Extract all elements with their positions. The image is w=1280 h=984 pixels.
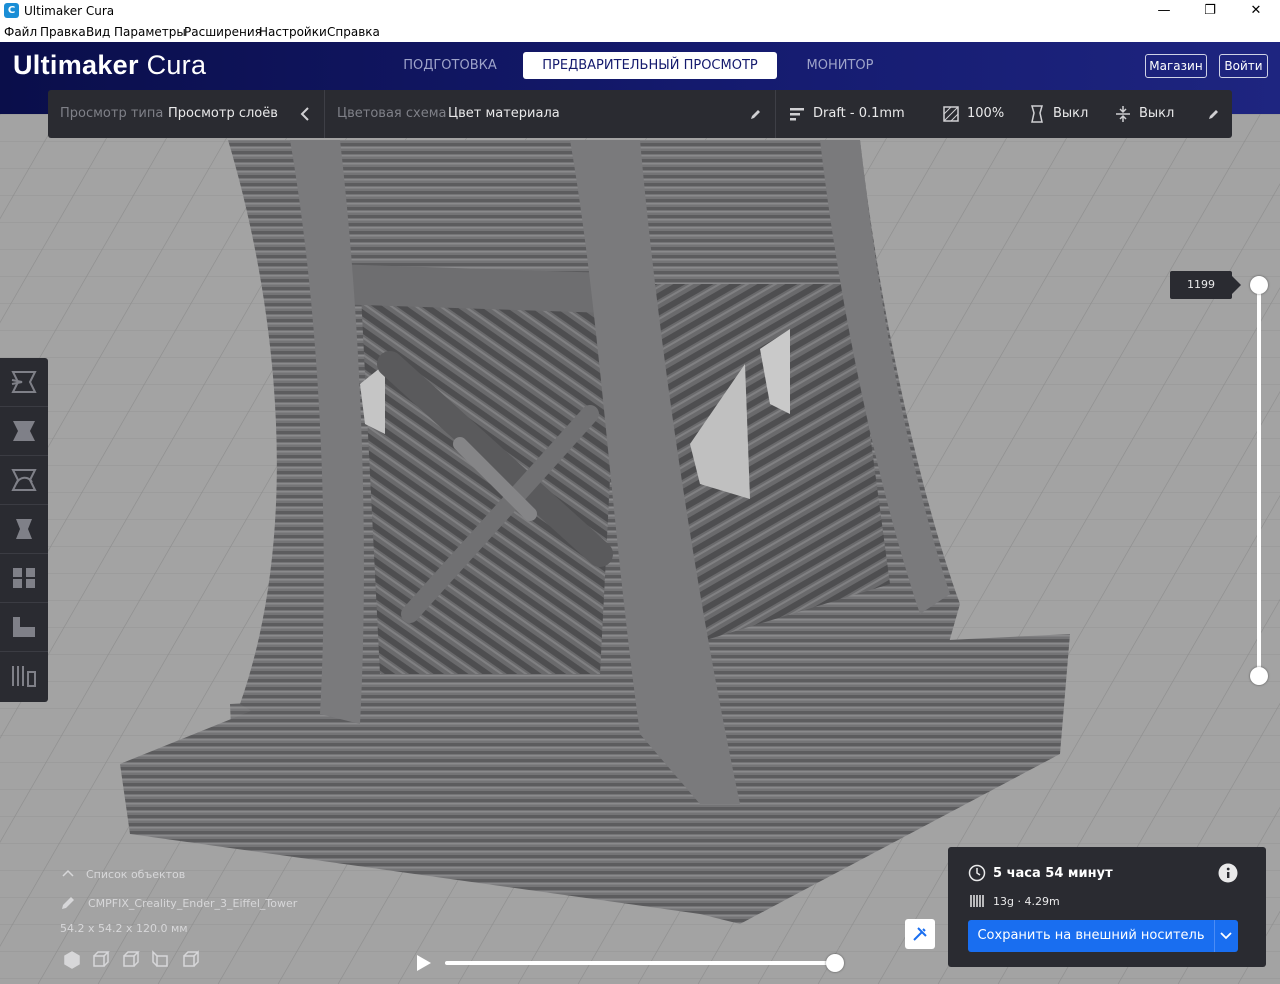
tab-prepare[interactable]: ПОДГОТОВКА: [394, 52, 506, 79]
play-icon[interactable]: [414, 952, 434, 974]
menu-file[interactable]: Файл: [4, 25, 37, 39]
mirror-icon: [16, 519, 32, 539]
material-usage: 13g · 4.29m: [993, 895, 1060, 908]
print-time: 5 часа 54 минут: [993, 866, 1113, 881]
scale-tool[interactable]: [0, 407, 48, 455]
left-tool-panel: [0, 358, 48, 702]
menu-view[interactable]: Вид: [86, 25, 110, 39]
layers-icon: [12, 666, 36, 687]
toolbar-divider: [324, 90, 325, 138]
brand-name-bold: Ultimaker: [13, 50, 139, 80]
adhesion-value[interactable]: Выкл: [1139, 106, 1174, 121]
support-blocker-icon: [13, 617, 35, 637]
chevron-left-icon[interactable]: [300, 107, 310, 121]
close-button[interactable]: ✕: [1233, 0, 1279, 22]
clock-icon: [968, 864, 986, 882]
print-profile[interactable]: Draft - 0.1mm: [813, 106, 905, 121]
pencil-icon[interactable]: [1208, 108, 1220, 120]
chevron-down-icon: [1220, 932, 1232, 940]
toolbar-divider: [775, 90, 776, 138]
wrench-hammer-icon: [913, 927, 927, 941]
rotate-tool[interactable]: [0, 456, 48, 504]
tab-preview[interactable]: ПРЕДВАРИТЕЛЬНЫЙ ПРОСМОТР: [523, 52, 777, 79]
move-tool[interactable]: [0, 358, 48, 406]
window-title: Ultimaker Cura: [24, 4, 115, 18]
brand-logo: Ultimaker Cura: [13, 50, 206, 81]
per-model-settings-tool[interactable]: [0, 554, 48, 602]
view-orientation-buttons[interactable]: [62, 950, 202, 970]
color-scheme-label: Цветовая схема: [337, 106, 447, 121]
chevron-up-icon[interactable]: [62, 868, 74, 878]
maximize-button[interactable]: ❐: [1187, 0, 1233, 22]
print-setup-tools-button[interactable]: [905, 919, 935, 949]
brand-name-light: Cura: [138, 50, 207, 80]
pencil-icon[interactable]: [61, 896, 75, 910]
support-icon: [1031, 105, 1043, 123]
menu-edit[interactable]: Правка: [40, 25, 86, 39]
window-title-bar: C Ultimaker Cura — ❐ ✕: [0, 0, 1280, 22]
object-dimensions: 54.2 x 54.2 x 120.0 мм: [60, 922, 188, 935]
support-blocker-tool[interactable]: [0, 603, 48, 651]
marketplace-button[interactable]: Магазин: [1145, 54, 1207, 78]
view-type-dropdown[interactable]: Просмотр слоёв: [168, 106, 278, 121]
profile-icon: [790, 108, 804, 121]
menu-preferences[interactable]: Настройки: [259, 25, 327, 39]
move-icon: [11, 371, 37, 393]
menu-extensions[interactable]: Расширения: [184, 25, 262, 39]
menu-bar: Файл Правка Вид Параметры Расширения Нас…: [0, 22, 1280, 42]
infill-value[interactable]: 100%: [967, 106, 1004, 121]
save-to-removable-drive-button[interactable]: Сохранить на внешний носитель: [968, 920, 1214, 952]
mirror-tool[interactable]: [0, 505, 48, 553]
view-settings-toolbar: Просмотр типа Просмотр слоёв Цветовая сх…: [48, 90, 1232, 138]
output-device-dropdown[interactable]: [1214, 920, 1238, 952]
menu-settings[interactable]: Параметры: [114, 25, 186, 39]
material-icon: [970, 895, 984, 907]
layer-slider-top-handle[interactable]: [1250, 276, 1268, 294]
tab-monitor[interactable]: МОНИТОР: [794, 52, 886, 79]
scale-icon: [13, 421, 35, 441]
layer-tool[interactable]: [0, 652, 48, 700]
pencil-icon[interactable]: [750, 108, 762, 120]
object-list-toggle[interactable]: Список объектов: [86, 868, 185, 881]
per-model-settings-icon: [13, 568, 35, 588]
view-type-label: Просмотр типа: [60, 106, 164, 121]
layer-slider-track[interactable]: [1257, 285, 1261, 677]
info-icon[interactable]: [1218, 863, 1238, 883]
current-layer-badge[interactable]: 1199: [1170, 271, 1241, 299]
menu-help[interactable]: Справка: [327, 25, 380, 39]
sign-in-button[interactable]: Войти: [1219, 54, 1268, 78]
path-playback-slider[interactable]: [445, 961, 837, 965]
object-name: CMPFIX_Creality_Ender_3_Eiffel_Tower: [88, 897, 298, 910]
path-playback-handle[interactable]: [826, 954, 844, 972]
minimize-button[interactable]: —: [1141, 0, 1187, 22]
adhesion-icon: [1116, 106, 1130, 122]
layer-slider-bottom-handle[interactable]: [1250, 667, 1268, 685]
support-value[interactable]: Выкл: [1053, 106, 1088, 121]
cura-app-icon: C: [4, 3, 19, 18]
infill-icon: [943, 106, 959, 122]
rotate-icon: [11, 469, 37, 491]
color-scheme-dropdown[interactable]: Цвет материала: [448, 106, 560, 121]
